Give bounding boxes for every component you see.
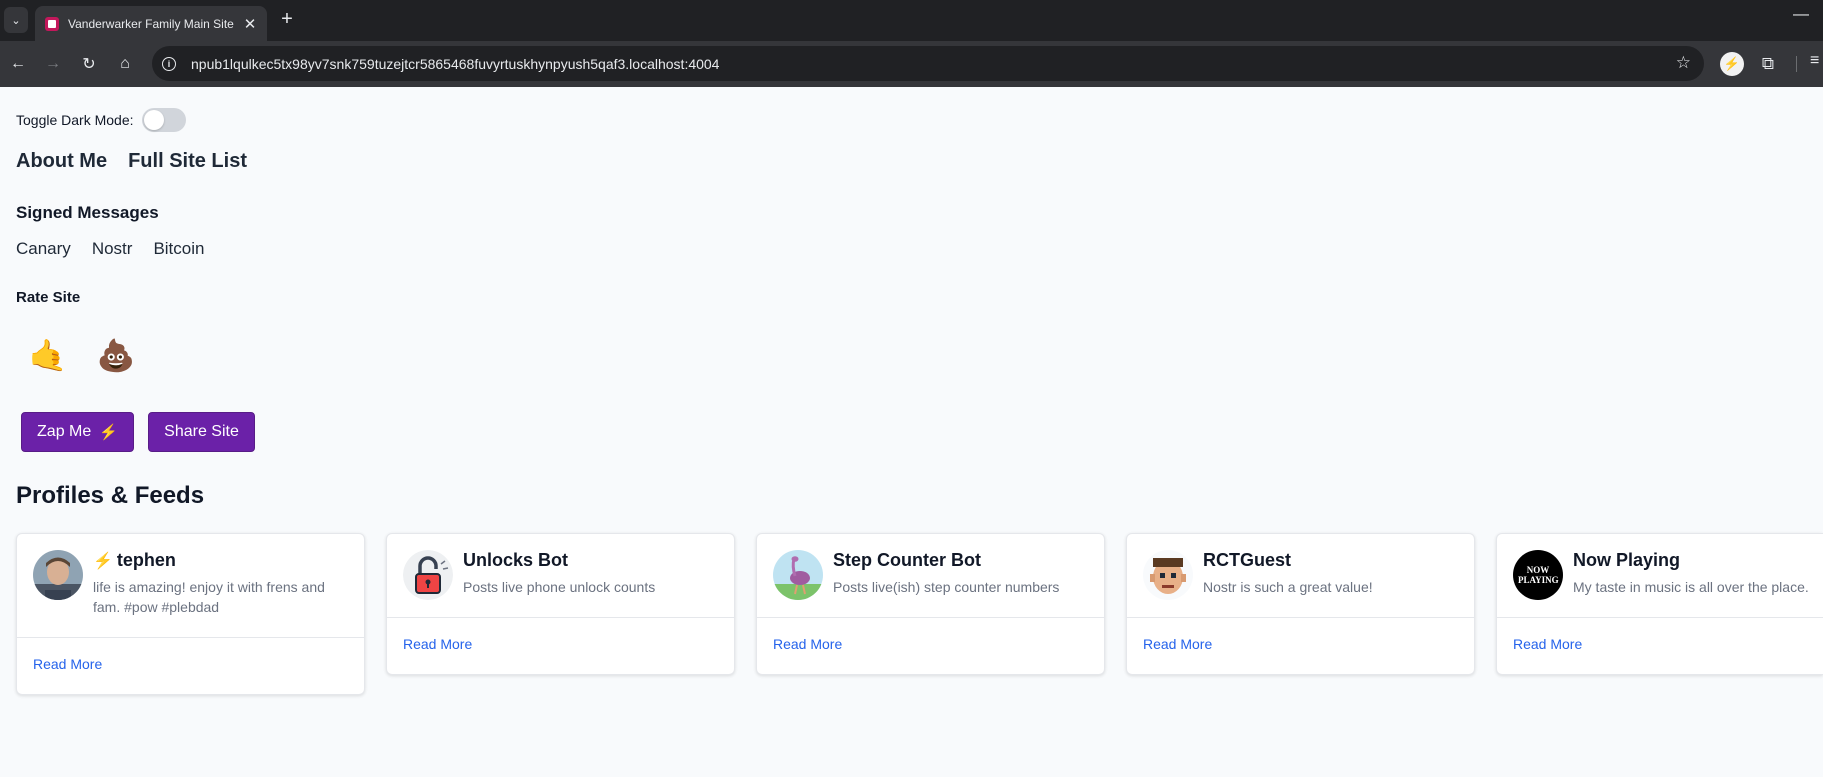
profile-description: Nostr is such a great value! <box>1203 579 1373 595</box>
lightning-bolt-icon: ⚡ <box>93 553 113 570</box>
dark-mode-toggle[interactable] <box>141 108 186 132</box>
card-header: Unlocks Bot Posts live phone unlock coun… <box>387 534 734 618</box>
read-more-link[interactable]: Read More <box>33 656 102 672</box>
new-tab-plus-icon[interactable]: + <box>276 8 298 31</box>
signed-messages-links: Canary Nostr Bitcoin <box>16 239 204 259</box>
address-bar[interactable]: i npub1lqulkec5tx98yv7snk759tuzejtcr5865… <box>152 46 1704 81</box>
browser-menu-icon[interactable]: ≡ <box>1810 52 1819 70</box>
toggle-knob <box>143 110 164 130</box>
lightning-bolt-icon: ⚡ <box>99 424 118 441</box>
full-site-list-link[interactable]: Full Site List <box>128 150 247 173</box>
canary-link[interactable]: Canary <box>16 239 71 259</box>
profile-card-unlocks-bot: Unlocks Bot Posts live phone unlock coun… <box>386 533 735 675</box>
person-photo-avatar[interactable] <box>33 550 83 600</box>
ostrich-icon[interactable] <box>773 550 823 600</box>
browser-tabbar: ⌄ Vanderwarker Family Main Site ✕ + — <box>0 0 1823 41</box>
read-more-link[interactable]: Read More <box>773 636 842 652</box>
reload-icon[interactable]: ↻ <box>77 52 101 76</box>
card-footer: Read More <box>1497 618 1823 674</box>
now-playing-logo-text: NOW PLAYING <box>1518 565 1559 585</box>
zap-me-label: Zap Me <box>37 423 92 440</box>
browser-tab[interactable]: Vanderwarker Family Main Site ✕ <box>35 6 267 41</box>
tab-search-chevron-icon[interactable]: ⌄ <box>4 7 28 33</box>
share-site-label: Share Site <box>164 423 239 440</box>
profile-name: ⚡ tephen <box>93 550 176 570</box>
toolbar-divider <box>1796 56 1797 72</box>
profile-name: Unlocks Bot <box>463 550 569 570</box>
card-footer: Read More <box>757 618 1104 674</box>
profile-card-step-counter-bot: Step Counter Bot Posts live(ish) step co… <box>756 533 1105 675</box>
profile-card-rctguest: RCTGuest Nostr is such a great value! Re… <box>1126 533 1475 675</box>
top-nav: About Me Full Site List <box>16 150 247 173</box>
card-header: RCTGuest Nostr is such a great value! <box>1127 534 1474 618</box>
about-me-link[interactable]: About Me <box>16 150 107 173</box>
extensions-puzzle-icon[interactable]: ⧉ <box>1756 52 1780 76</box>
tab-close-icon[interactable]: ✕ <box>241 15 259 33</box>
back-arrow-icon[interactable]: ← <box>6 52 30 76</box>
profile-name: Now Playing <box>1573 550 1681 570</box>
read-more-link[interactable]: Read More <box>1143 636 1212 652</box>
card-header: Step Counter Bot Posts live(ish) step co… <box>757 534 1104 618</box>
site-favicon-icon <box>45 16 59 31</box>
tab-title: Vanderwarker Family Main Site <box>68 16 234 31</box>
nostr-link[interactable]: Nostr <box>92 239 133 259</box>
card-footer: Read More <box>17 638 364 694</box>
card-footer: Read More <box>387 618 734 674</box>
profile-name: Step Counter Bot <box>833 550 981 570</box>
profile-description: Posts live(ish) step counter numbers <box>833 579 1060 595</box>
profile-description: life is amazing! enjoy it with frens and… <box>93 579 325 615</box>
window-minimize-icon[interactable]: — <box>1793 6 1809 24</box>
url-text: npub1lqulkec5tx98yv7snk759tuzejtcr586546… <box>191 55 720 72</box>
dark-mode-label: Toggle Dark Mode: <box>16 112 134 128</box>
dark-mode-row: Toggle Dark Mode: <box>16 108 186 132</box>
profile-name: RCTGuest <box>1203 550 1292 570</box>
site-info-icon[interactable]: i <box>162 56 176 71</box>
bitcoin-link[interactable]: Bitcoin <box>153 239 204 259</box>
card-header: NOW PLAYING Now Playing My taste in musi… <box>1497 534 1823 618</box>
profile-card-now-playing: NOW PLAYING Now Playing My taste in musi… <box>1496 533 1823 675</box>
now-playing-logo[interactable]: NOW PLAYING <box>1513 550 1563 600</box>
forward-arrow-icon[interactable]: → <box>41 52 65 76</box>
profile-card-tephen: ⚡ tephen life is amazing! enjoy it with f… <box>16 533 365 695</box>
read-more-link[interactable]: Read More <box>1513 636 1582 652</box>
profiles-feeds-heading: Profiles & Feeds <box>16 482 205 509</box>
share-site-button[interactable]: Share Site <box>148 412 255 452</box>
card-footer: Read More <box>1127 618 1474 674</box>
pixel-face-icon[interactable] <box>1143 550 1193 600</box>
padlock-icon[interactable] <box>403 550 453 600</box>
signed-messages-heading: Signed Messages <box>16 203 159 222</box>
rate-poop-button[interactable]: 💩 <box>92 331 140 379</box>
rate-shaka-button[interactable]: 🤙 <box>24 331 72 379</box>
profile-description: My taste in music is all over the place. <box>1573 579 1809 595</box>
home-icon[interactable]: ⌂ <box>113 52 137 76</box>
zap-me-button[interactable]: Zap Me ⚡ <box>21 412 134 452</box>
extension-avatar-icon[interactable]: ⚡ <box>1720 52 1744 76</box>
bookmark-star-icon[interactable]: ☆ <box>1676 53 1691 73</box>
read-more-link[interactable]: Read More <box>403 636 472 652</box>
browser-toolbar: ← → ↻ ⌂ i npub1lqulkec5tx98yv7snk759tuze… <box>0 41 1823 87</box>
card-header: ⚡ tephen life is amazing! enjoy it with f… <box>17 534 364 638</box>
page-content: Toggle Dark Mode: About Me Full Site Lis… <box>0 87 1823 777</box>
rate-site-heading: Rate Site <box>16 289 81 306</box>
profile-description: Posts live phone unlock counts <box>463 579 656 595</box>
